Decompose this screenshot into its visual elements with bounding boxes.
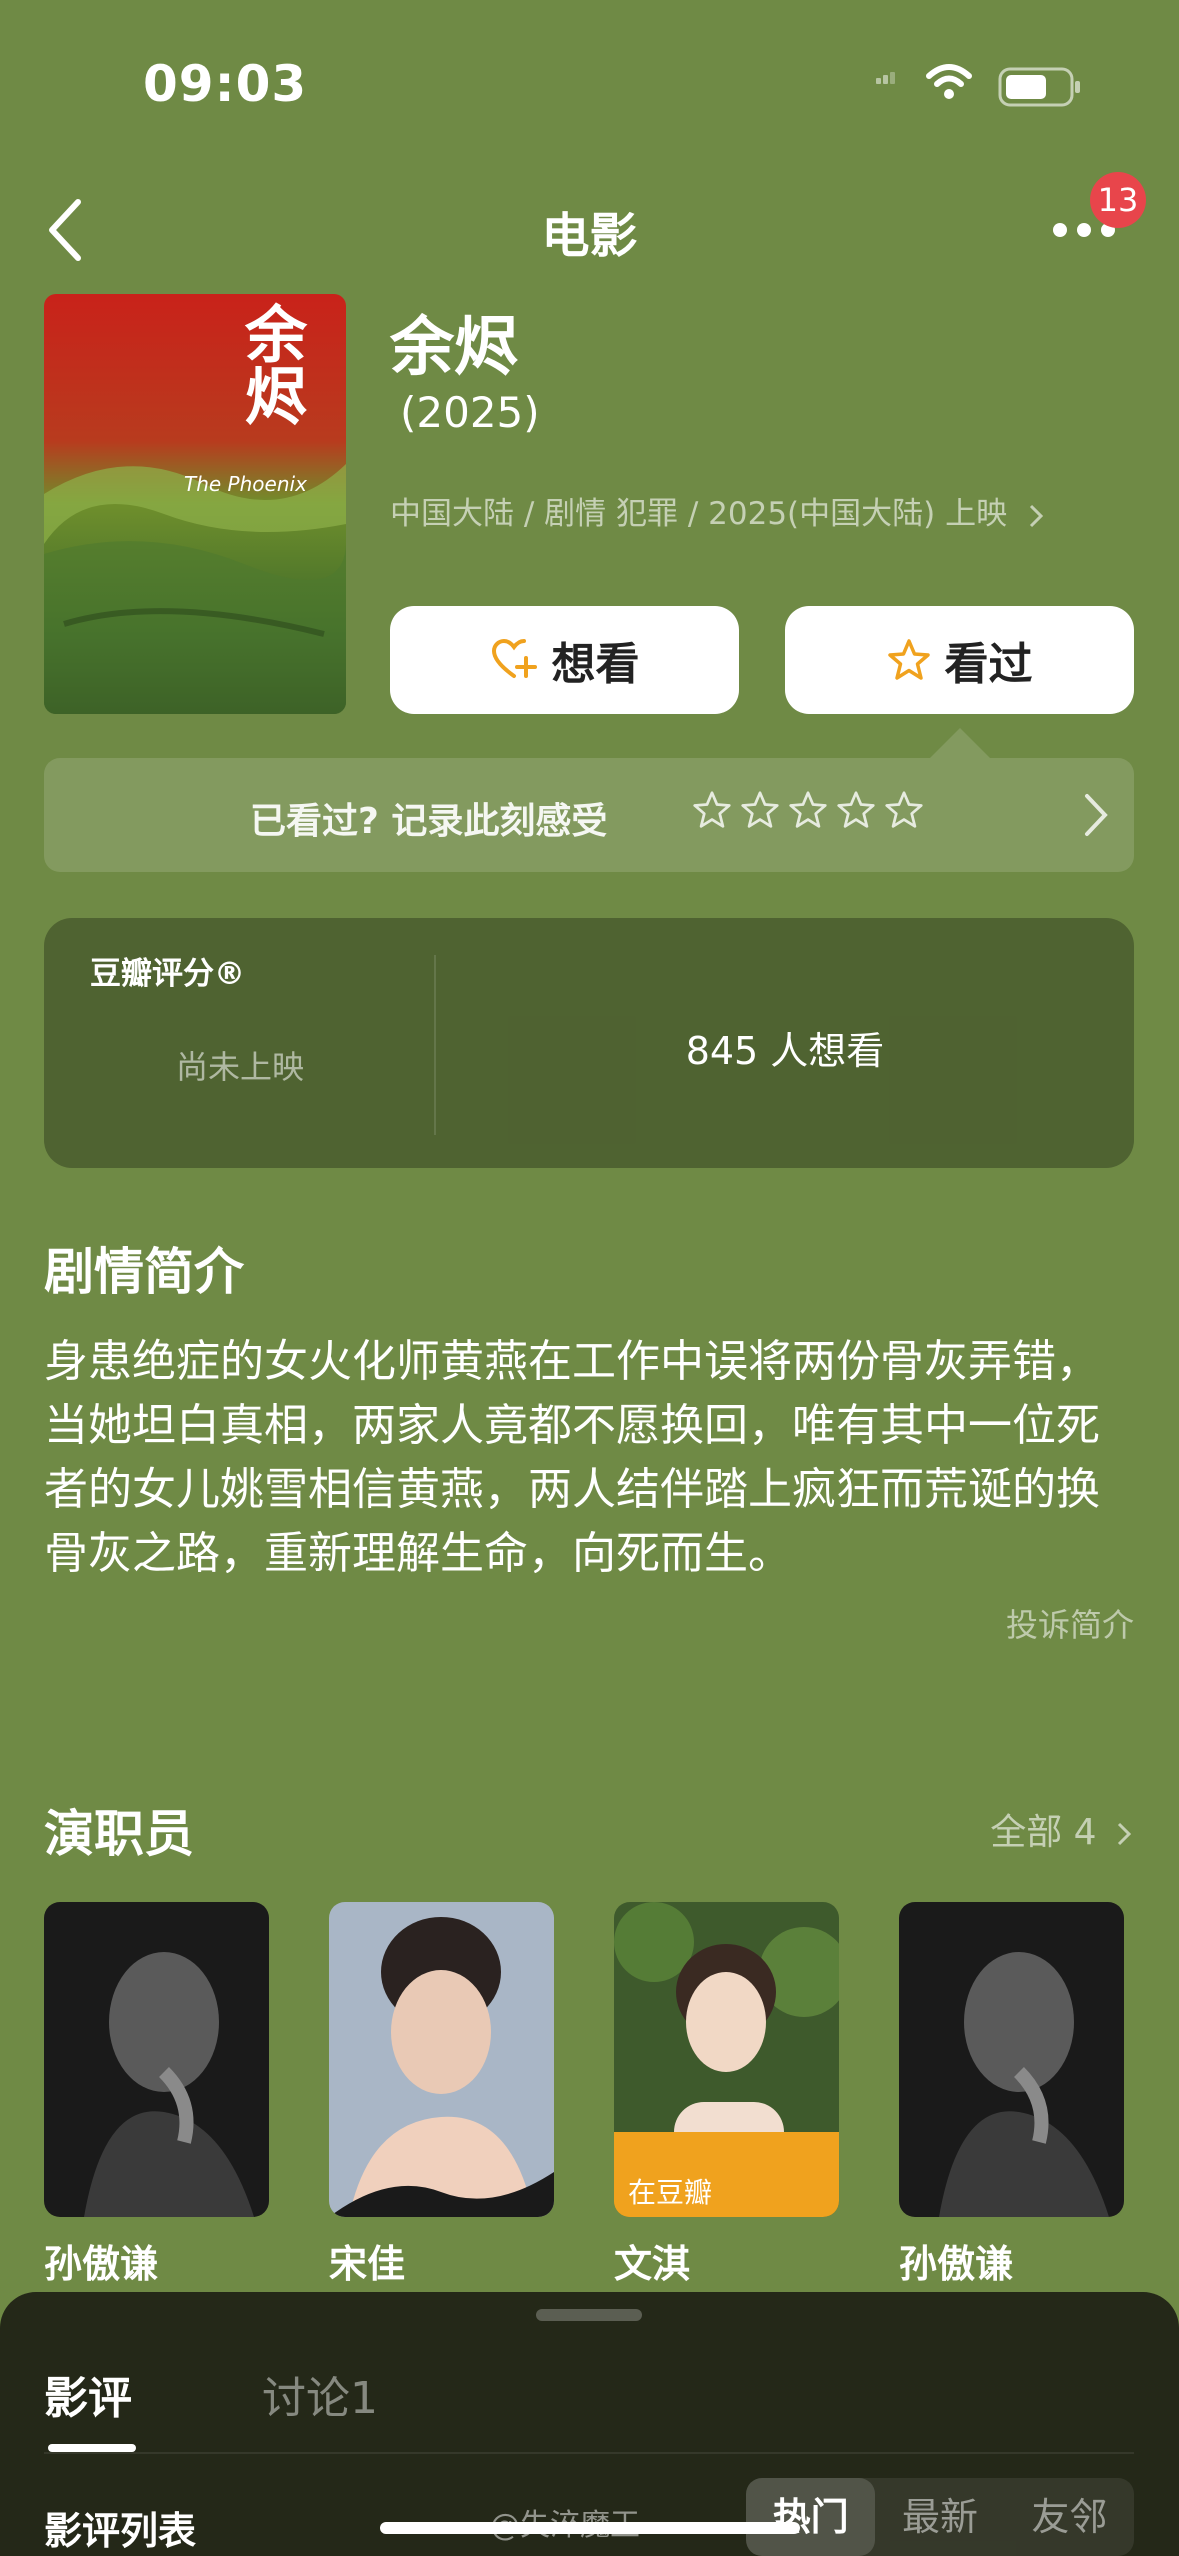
tab-reviews[interactable]: 影评 bbox=[44, 2362, 132, 2426]
cast-photo bbox=[899, 1902, 1124, 2217]
cast-member[interactable]: 在豆瓣 文淇 bbox=[614, 1902, 839, 2288]
cast-name: 孙傲谦 bbox=[44, 2242, 159, 2286]
rating-star-icon[interactable] bbox=[884, 790, 924, 830]
star-icon bbox=[887, 639, 930, 680]
battery-icon bbox=[998, 67, 1080, 107]
cast-photo: 在豆瓣 bbox=[614, 1902, 839, 2217]
seen-label: 看过 bbox=[944, 639, 1033, 690]
movie-poster[interactable]: 余烬 The Phoenix bbox=[44, 294, 346, 714]
cast-name: 宋佳 bbox=[329, 2242, 406, 2286]
report-synopsis-link[interactable]: 投诉简介 bbox=[1006, 1600, 1134, 1646]
rating-label: 豆瓣评分® bbox=[90, 956, 245, 992]
rate-bar-pointer bbox=[930, 728, 990, 758]
rating-star-icon[interactable] bbox=[788, 790, 828, 830]
movie-year: (2025) bbox=[400, 388, 540, 437]
sort-friends[interactable]: 友邻 bbox=[1005, 2478, 1134, 2556]
movie-meta[interactable]: 中国大陆 / 剧情 犯罪 / 2025(中国大陆) 上映 bbox=[390, 488, 1047, 533]
cast-tag: 在豆瓣 bbox=[614, 2165, 727, 2217]
signal-icon bbox=[876, 72, 895, 84]
rating-star-icon[interactable] bbox=[740, 790, 780, 830]
movie-meta-text: 中国大陆 / 剧情 犯罪 / 2025(中国大陆) 上映 bbox=[390, 496, 1008, 532]
rating-star-icon[interactable] bbox=[836, 790, 876, 830]
cast-name: 文淇 bbox=[614, 2242, 691, 2286]
tab-discussion[interactable]: 讨论1 bbox=[262, 2362, 378, 2426]
want-to-watch-button[interactable]: 想看 bbox=[390, 606, 739, 714]
cast-heading: 演职员 bbox=[44, 1805, 194, 1863]
home-indicator bbox=[380, 2522, 800, 2534]
want-label: 想看 bbox=[551, 639, 640, 690]
chevron-right-icon bbox=[1117, 1822, 1132, 1846]
cast-member[interactable]: 孙傲谦 bbox=[899, 1902, 1124, 2288]
chevron-right-icon[interactable] bbox=[1075, 790, 1115, 840]
cast-photo bbox=[329, 1902, 554, 2217]
sheet-drag-handle[interactable] bbox=[536, 2309, 642, 2321]
poster-title: 余烬 bbox=[234, 302, 307, 426]
watched-button[interactable]: 看过 bbox=[785, 606, 1134, 714]
synopsis-heading: 剧情简介 bbox=[44, 1243, 244, 1301]
chevron-right-icon bbox=[1029, 504, 1044, 527]
page-title: 电影 bbox=[541, 208, 638, 264]
sort-latest[interactable]: 最新 bbox=[875, 2478, 1004, 2556]
status-time: 09:03 bbox=[143, 55, 308, 113]
cast-name: 孙傲谦 bbox=[899, 2242, 1014, 2286]
rating-status: 尚未上映 bbox=[175, 1048, 304, 1086]
review-sort-segment: 热门 最新 友邻 bbox=[746, 2478, 1134, 2556]
cast-member[interactable]: 宋佳 bbox=[329, 1902, 554, 2288]
cast-member[interactable]: 孙傲谦 bbox=[44, 1902, 269, 2288]
heart-plus-icon bbox=[491, 638, 537, 678]
rate-prompt: 已看过? 记录此刻感受 bbox=[250, 801, 608, 842]
notification-badge[interactable]: 13 bbox=[1090, 172, 1146, 228]
sort-hot[interactable]: 热门 bbox=[746, 2478, 876, 2556]
rating-stars[interactable] bbox=[692, 790, 924, 830]
active-tab-indicator bbox=[48, 2444, 136, 2452]
cast-all-label: 全部 4 bbox=[990, 1812, 1097, 1853]
cast-photo bbox=[44, 1902, 269, 2217]
review-list-label: 影评列表 bbox=[44, 2509, 197, 2553]
cast-view-all-link[interactable]: 全部 4 bbox=[990, 1803, 1134, 1855]
movie-title: 余烬 bbox=[390, 311, 518, 385]
synopsis-text: 身患绝症的女火化师黄燕在工作中误将两份骨灰弄错，当她坦白真相，两家人竟都不愿换回… bbox=[44, 1336, 1100, 1579]
poster-subtitle: The Phoenix bbox=[184, 472, 307, 496]
tab-divider bbox=[44, 2452, 1134, 2454]
want-count: 845 人想看 bbox=[685, 1029, 885, 1073]
wifi-icon bbox=[926, 64, 972, 99]
rating-star-icon[interactable] bbox=[692, 790, 732, 830]
